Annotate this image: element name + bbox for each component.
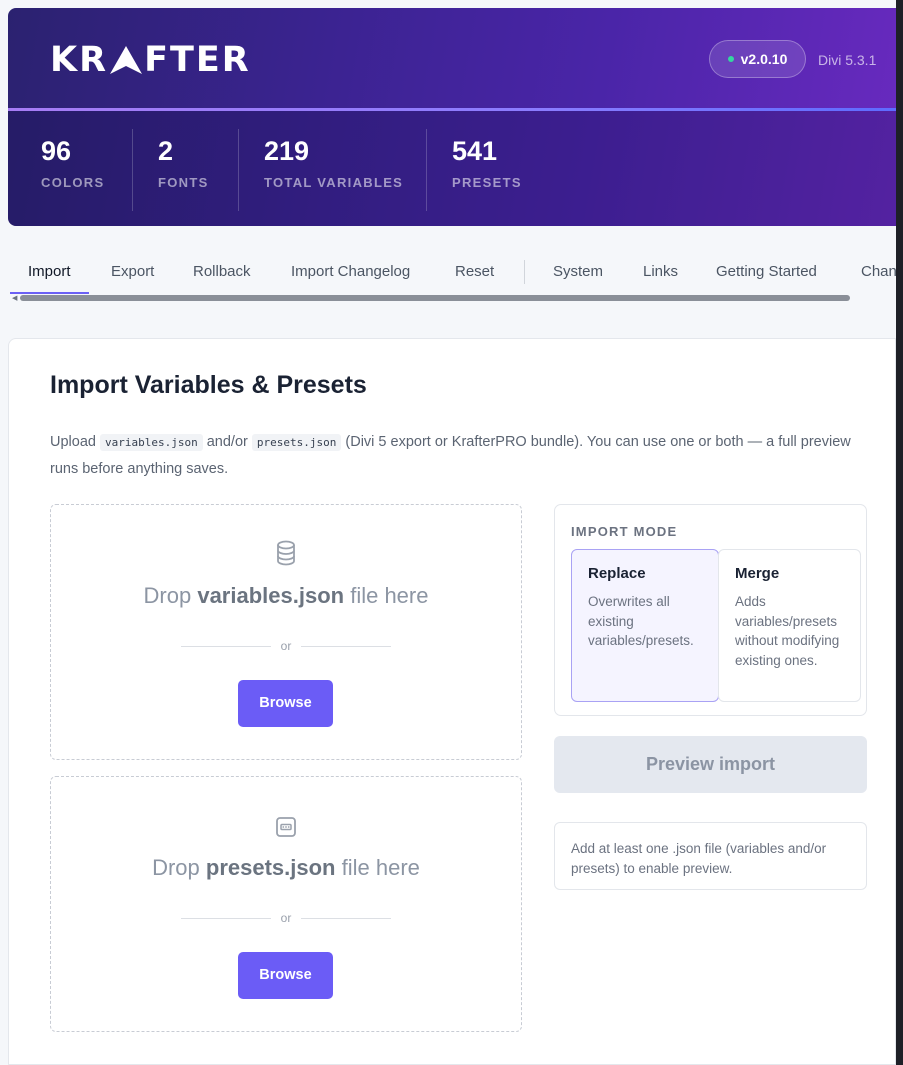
preview-import-button[interactable]: Preview import [554, 736, 867, 793]
preview-hint: Add at least one .json file (variables a… [554, 822, 867, 890]
page-title: Import Variables & Presets [50, 371, 367, 399]
dropzone-title-pre: Drop [152, 855, 200, 880]
tab-export[interactable]: Export [93, 252, 172, 292]
tab-reset[interactable]: Reset [437, 252, 512, 292]
dropzone-filename: presets.json [205, 855, 336, 880]
stat-divider [238, 129, 239, 211]
code-variables-json: variables.json [99, 434, 203, 451]
tab-import-changelog[interactable]: Import Changelog [273, 252, 428, 292]
mode-replace-option[interactable]: Replace Overwrites all existing variable… [571, 549, 719, 702]
tab-links[interactable]: Links [625, 252, 696, 292]
window-edge [896, 0, 903, 1065]
tab-rollback[interactable]: Rollback [175, 252, 269, 292]
stat-divider [132, 129, 133, 211]
tab-import[interactable]: Import [10, 252, 89, 294]
or-divider: or [181, 911, 391, 925]
stat-divider [426, 129, 427, 211]
stats-bar: 96 COLORS 2 FONTS 219 TOTAL VARIABLES 54… [8, 111, 903, 226]
stat-label: PRESETS [452, 175, 522, 190]
desc-text: and/or [206, 434, 248, 450]
tab-separator [524, 260, 525, 284]
scrollbar-thumb[interactable] [20, 295, 850, 301]
dropzone-title: Drop variables.json file here [51, 583, 521, 609]
tab-changelog[interactable]: Changelog [843, 252, 903, 292]
stat-label: FONTS [158, 175, 209, 190]
version-badge: v2.0.10 [709, 40, 806, 78]
desc-text: Upload [50, 434, 96, 450]
dropzone-filename: variables.json [197, 583, 345, 608]
tab-scrollbar[interactable]: ◀ [12, 294, 896, 302]
dropzone-title-post: file here [350, 583, 429, 608]
mode-name: Merge [735, 565, 780, 582]
mode-desc: Overwrites all existing variables/preset… [588, 594, 694, 649]
code-presets-json: presets.json [251, 434, 342, 451]
page: KR FTER v2.0.10 Divi 5.3.1 96 COLORS 2 F… [0, 0, 903, 1065]
import-card: Import Variables & Presets Upload variab… [8, 338, 896, 1065]
presets-dropzone[interactable]: Drop presets.json file here or Browse [50, 776, 522, 1032]
stat-presets: 541 PRESETS [452, 131, 522, 190]
mode-merge-option[interactable]: Merge Adds variables/presets without mod… [718, 549, 861, 702]
stat-value: 219 [264, 136, 310, 166]
krafter-logo: KR FTER [50, 40, 251, 80]
dropzone-title-pre: Drop [143, 583, 192, 608]
scroll-left-arrow-icon[interactable]: ◀ [12, 294, 17, 302]
status-dot-icon [727, 56, 734, 62]
logo-text-right: FTER [144, 40, 251, 80]
stat-label: COLORS [41, 175, 105, 190]
mode-name: Replace [588, 565, 646, 582]
stat-value: 96 [41, 136, 72, 166]
browse-variables-button[interactable]: Browse [238, 680, 333, 727]
divider-line [301, 646, 391, 647]
divider-line [301, 918, 391, 919]
stat-total-variables: 219 TOTAL VARIABLES [264, 131, 403, 190]
mode-desc: Adds variables/presets without modifying… [735, 594, 840, 668]
tab-getting-started[interactable]: Getting Started [698, 252, 835, 292]
import-mode-heading: IMPORT MODE [571, 524, 678, 539]
divi-version: Divi 5.3.1 [818, 52, 877, 68]
database-icon [277, 540, 295, 566]
presets-icon [276, 817, 296, 837]
stat-fonts: 2 FONTS [158, 131, 209, 190]
logo-text-left: KR [50, 40, 109, 80]
stat-value: 2 [158, 136, 174, 166]
stat-label: TOTAL VARIABLES [264, 175, 404, 190]
header-banner: KR FTER v2.0.10 Divi 5.3.1 96 COLORS 2 F… [8, 8, 903, 226]
or-divider: or [181, 639, 391, 653]
tab-system[interactable]: System [535, 252, 621, 292]
dropzone-title: Drop presets.json file here [51, 855, 521, 881]
stat-value: 541 [452, 136, 498, 166]
import-mode-panel: IMPORT MODE Replace Overwrites all exist… [554, 504, 867, 716]
import-description: Upload variables.json and/or presets.jso… [50, 429, 880, 482]
stat-colors: 96 COLORS [41, 131, 104, 190]
dropzone-title-post: file here [341, 855, 420, 880]
variables-dropzone[interactable]: Drop variables.json file here or Browse [50, 504, 522, 760]
version-text: v2.0.10 [740, 51, 788, 67]
logo-a-mark-icon [110, 46, 143, 74]
tab-bar: Import Export Rollback Import Changelog … [10, 246, 903, 304]
browse-presets-button[interactable]: Browse [238, 952, 333, 999]
